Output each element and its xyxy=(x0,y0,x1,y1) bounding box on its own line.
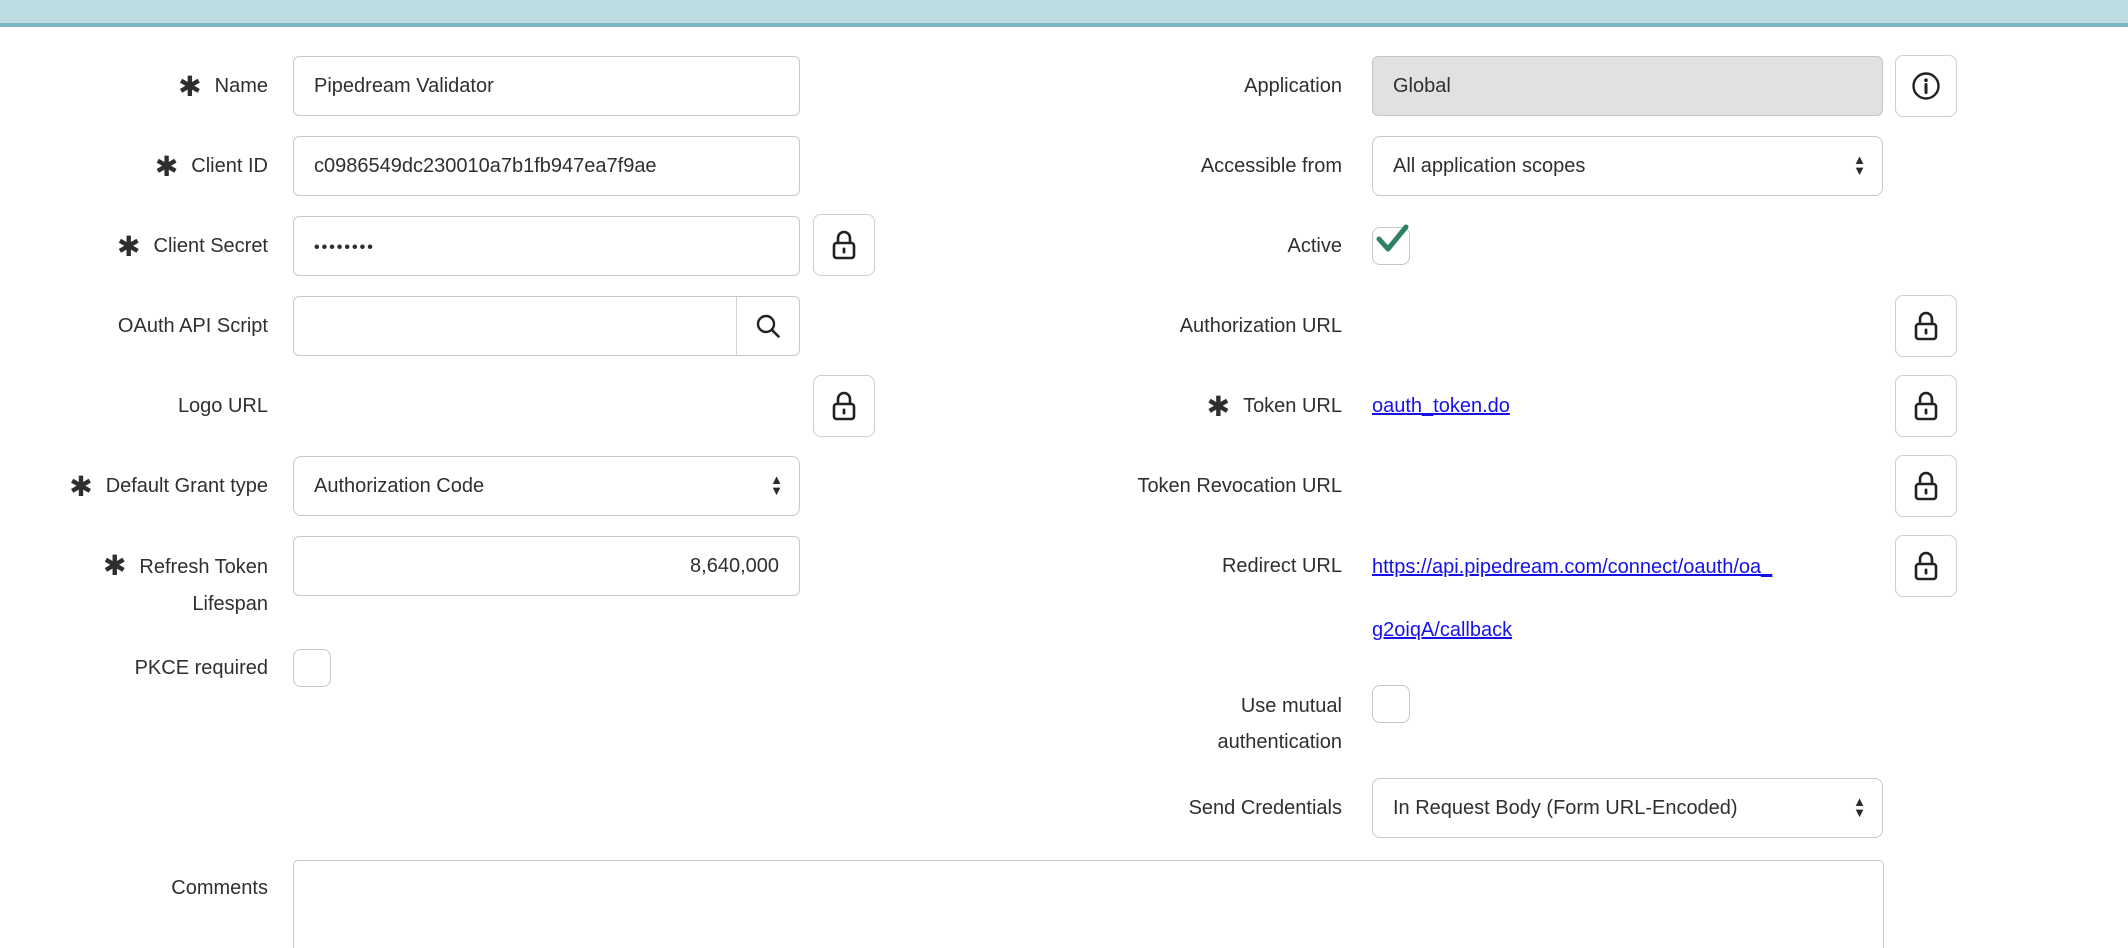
lock-icon xyxy=(831,229,857,261)
form-section-header-bar xyxy=(0,0,2128,23)
use-mutual-authentication-label: Use mutual authentication xyxy=(1060,688,1342,760)
use-mutual-authentication-checkbox[interactable] xyxy=(1372,685,1410,723)
default-grant-type-select[interactable]: Authorization Code ▲▼ xyxy=(293,456,800,516)
required-marker: ✱ xyxy=(103,550,126,581)
comments-label: Comments xyxy=(0,858,268,918)
application-info-button[interactable] xyxy=(1895,55,1957,117)
refresh-token-lifespan-label-line2: Lifespan xyxy=(0,586,268,623)
application-input xyxy=(1372,56,1883,116)
token-revocation-url-lock-button[interactable] xyxy=(1895,455,1957,517)
redirect-url-label: Redirect URL xyxy=(1060,536,1342,596)
name-label-text: Name xyxy=(215,75,268,98)
name-input[interactable] xyxy=(293,56,800,116)
select-stepper-icon: ▲▼ xyxy=(770,475,783,497)
logo-url-lock-button[interactable] xyxy=(813,375,875,437)
token-url-lock-button[interactable] xyxy=(1895,375,1957,437)
client-id-label: ✱ Client ID xyxy=(0,136,268,196)
required-marker: ✱ xyxy=(117,233,140,261)
search-icon xyxy=(754,312,782,340)
accessible-from-select[interactable]: All application scopes ▲▼ xyxy=(1372,136,1883,196)
comments-label-text: Comments xyxy=(171,877,268,900)
oauth-api-script-label-text: OAuth API Script xyxy=(118,315,268,338)
active-label-text: Active xyxy=(1288,235,1342,258)
redirect-url-link-line2: g2oiqA/callback xyxy=(1372,599,1772,662)
client-secret-lock-button[interactable] xyxy=(813,214,875,276)
pkce-required-checkbox[interactable] xyxy=(293,649,331,687)
client-id-label-text: Client ID xyxy=(191,155,268,178)
redirect-url-link[interactable]: https://api.pipedream.com/connect/oauth/… xyxy=(1372,536,1772,662)
authorization-url-lock-button[interactable] xyxy=(1895,295,1957,357)
oauth-api-script-lookup-button[interactable] xyxy=(737,297,799,355)
refresh-token-lifespan-input[interactable] xyxy=(293,536,800,596)
client-secret-label-text: Client Secret xyxy=(154,235,269,258)
send-credentials-select[interactable]: In Request Body (Form URL-Encoded) ▲▼ xyxy=(1372,778,1883,838)
logo-url-label-text: Logo URL xyxy=(178,395,268,418)
lock-icon xyxy=(1913,310,1939,342)
send-credentials-value: In Request Body (Form URL-Encoded) xyxy=(1393,797,1738,820)
refresh-token-lifespan-label-line1: Refresh Token xyxy=(139,556,268,578)
use-mutual-authentication-label-line2: authentication xyxy=(1060,724,1342,760)
send-credentials-label-text: Send Credentials xyxy=(1189,797,1342,820)
pkce-required-label: PKCE required xyxy=(0,649,268,687)
redirect-url-label-text: Redirect URL xyxy=(1222,555,1342,578)
authorization-url-label-text: Authorization URL xyxy=(1180,315,1342,338)
application-label: Application xyxy=(1060,56,1342,116)
token-url-label-text: Token URL xyxy=(1243,395,1342,418)
lock-icon xyxy=(831,390,857,422)
form-section-header-bar-border xyxy=(0,23,2128,27)
name-label: ✱ Name xyxy=(0,56,268,116)
required-marker: ✱ xyxy=(1207,393,1230,421)
required-marker: ✱ xyxy=(69,473,92,501)
active-checkbox[interactable] xyxy=(1372,227,1410,265)
required-marker: ✱ xyxy=(178,73,201,101)
accessible-from-label: Accessible from xyxy=(1060,136,1342,196)
redirect-url-lock-button[interactable] xyxy=(1895,535,1957,597)
accessible-from-label-text: Accessible from xyxy=(1201,155,1342,178)
lock-icon xyxy=(1913,470,1939,502)
oauth-application-form: ✱ Name ✱ Client ID ✱ Client Secret OAuth… xyxy=(0,0,2128,948)
select-stepper-icon: ▲▼ xyxy=(1853,797,1866,819)
client-secret-input[interactable] xyxy=(293,216,800,276)
logo-url-label: Logo URL xyxy=(0,376,268,436)
checkmark-icon xyxy=(1375,223,1411,255)
redirect-url-link-line1: https://api.pipedream.com/connect/oauth/… xyxy=(1372,536,1772,599)
authorization-url-label: Authorization URL xyxy=(1060,296,1342,356)
active-label: Active xyxy=(1060,227,1342,265)
info-icon xyxy=(1911,71,1941,101)
select-stepper-icon: ▲▼ xyxy=(1853,155,1866,177)
comments-textarea[interactable] xyxy=(293,860,1884,948)
required-marker: ✱ xyxy=(155,153,178,181)
oauth-api-script-reference-field xyxy=(293,296,800,356)
default-grant-type-value: Authorization Code xyxy=(314,475,484,498)
refresh-token-lifespan-label: ✱ Refresh Token Lifespan xyxy=(0,549,268,623)
token-url-link[interactable]: oauth_token.do xyxy=(1372,376,1510,436)
default-grant-type-label: ✱ Default Grant type xyxy=(0,456,268,516)
oauth-api-script-label: OAuth API Script xyxy=(0,296,268,356)
send-credentials-label: Send Credentials xyxy=(1060,778,1342,838)
default-grant-type-label-text: Default Grant type xyxy=(106,475,268,498)
lock-icon xyxy=(1913,390,1939,422)
client-secret-label: ✱ Client Secret xyxy=(0,216,268,276)
oauth-api-script-input[interactable] xyxy=(294,297,736,355)
client-id-input[interactable] xyxy=(293,136,800,196)
token-revocation-url-label: Token Revocation URL xyxy=(1060,456,1342,516)
pkce-required-label-text: PKCE required xyxy=(135,657,268,680)
use-mutual-authentication-label-line1: Use mutual xyxy=(1060,688,1342,724)
token-revocation-url-label-text: Token Revocation URL xyxy=(1137,475,1342,498)
accessible-from-value: All application scopes xyxy=(1393,155,1585,178)
lock-icon xyxy=(1913,550,1939,582)
token-url-label: ✱ Token URL xyxy=(1060,376,1342,436)
application-label-text: Application xyxy=(1244,75,1342,98)
